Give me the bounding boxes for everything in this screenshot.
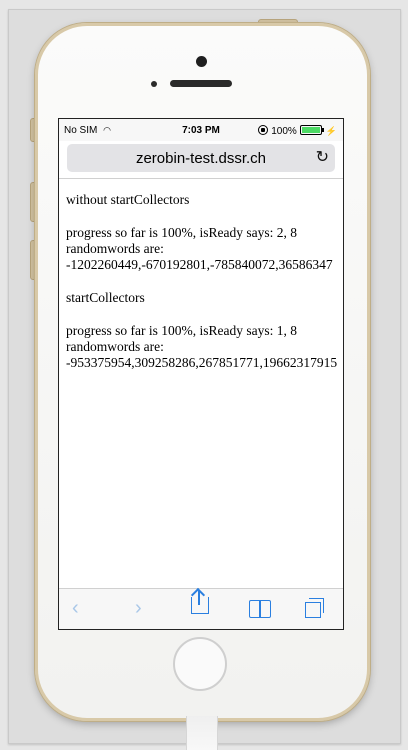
battery-icon [299,125,324,135]
address-bar[interactable]: zerobin-test.dssr.ch ↻ [67,144,335,172]
phone-screen: No SIM ◠ 7:03 PM 100% ⚡ zerobin-test.dssr… [58,118,344,630]
back-icon[interactable]: ‹ [72,597,79,620]
result-block: progress so far is 100%, isReady says: 1… [66,323,343,371]
url-text[interactable]: zerobin-test.dssr.ch [67,150,335,167]
battery-status: 100% ⚡ [258,125,337,137]
forward-icon[interactable]: › [135,597,142,620]
reload-icon[interactable]: ↻ [316,147,329,167]
randomwords-label: randomwords are: [66,339,164,354]
tabs-front-square [305,602,321,618]
toolbar-divider [59,178,343,179]
charging-cable [186,716,218,750]
randomwords-values: -953375954,309258286,267851771,196623179… [66,355,338,370]
bookmarks-icon[interactable] [249,600,271,618]
safari-toolbar: ‹ › [59,587,343,629]
front-camera [196,56,207,67]
home-button[interactable] [173,637,227,691]
page-content: without startCollectors progress so far … [66,192,343,388]
battery-percent: 100% [271,126,297,137]
progress-line: progress so far is 100%, isReady says: 1… [66,323,297,338]
randomwords-label: randomwords are: [66,241,164,256]
section-heading: without startCollectors [66,192,190,207]
status-bar: No SIM ◠ 7:03 PM 100% ⚡ [59,119,343,141]
randomwords-values: -1202260449,-670192801,-785840072,365863… [66,257,333,272]
earpiece-speaker [170,80,232,87]
orientation-lock-icon [258,125,269,135]
battery-fill [301,127,320,133]
result-block: progress so far is 100%, isReady says: 2… [66,225,343,273]
progress-line: progress so far is 100%, isReady says: 2… [66,225,297,240]
proximity-sensor [151,81,157,87]
charging-icon: ⚡ [325,126,337,136]
section-heading: startCollectors [66,290,145,305]
